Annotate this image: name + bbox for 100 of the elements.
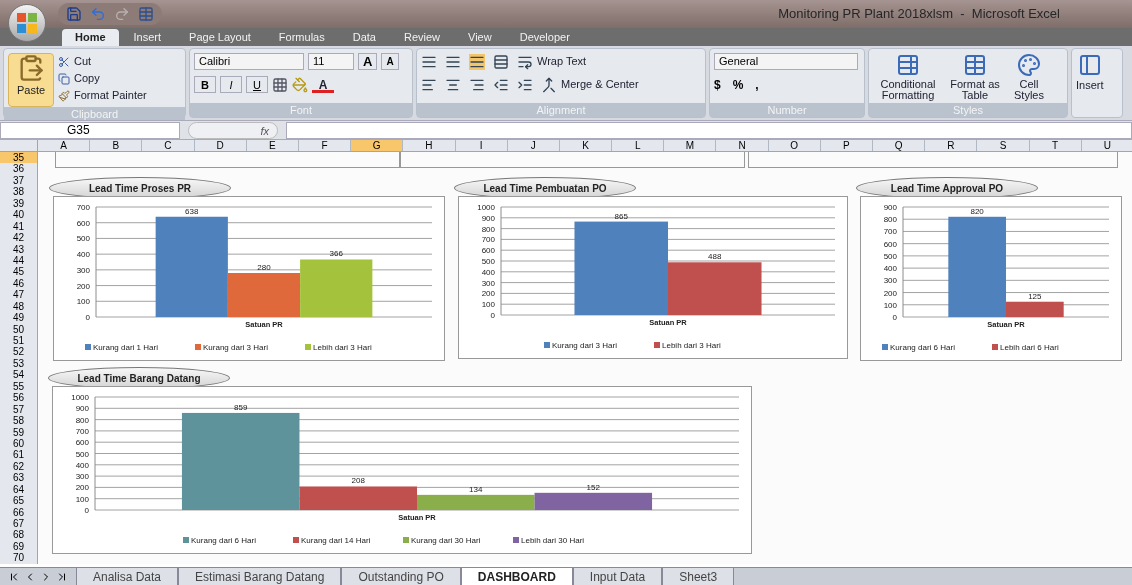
fill-color-icon[interactable]	[292, 76, 308, 93]
ribbon-tab[interactable]: Page Layout	[176, 29, 264, 46]
row-header[interactable]: 61	[0, 449, 37, 461]
row-header[interactable]: 64	[0, 483, 37, 496]
column-header[interactable]: Q	[873, 140, 926, 151]
align-bottom-icon[interactable]	[469, 53, 485, 70]
format-as-table-button[interactable]: Format as Table	[947, 53, 1003, 103]
column-header[interactable]: A	[38, 140, 91, 151]
office-button[interactable]	[8, 4, 46, 42]
conditional-formatting-button[interactable]: Conditional Formatting	[873, 53, 943, 103]
column-header[interactable]: M	[664, 140, 717, 151]
merge-center-button[interactable]: Merge & Center	[541, 76, 639, 93]
row-header[interactable]: 66	[0, 506, 37, 518]
row-header[interactable]: 60	[0, 437, 37, 450]
row-header[interactable]: 54	[0, 369, 37, 381]
column-header[interactable]: I	[455, 140, 508, 151]
column-header[interactable]: D	[194, 140, 247, 151]
row-header[interactable]: 52	[0, 346, 37, 358]
row-header[interactable]: 65	[0, 495, 37, 507]
ribbon-tab[interactable]: Insert	[120, 29, 175, 46]
ribbon-tab[interactable]: View	[455, 29, 505, 46]
ribbon-tab[interactable]: Data	[339, 29, 389, 46]
comma-button[interactable]: ,	[755, 76, 759, 94]
row-header[interactable]: 44	[0, 254, 37, 267]
row-header[interactable]: 59	[0, 426, 37, 438]
formula-function-icon[interactable]: fx	[188, 121, 278, 139]
row-header[interactable]: 69	[0, 540, 37, 553]
column-header[interactable]: H	[403, 140, 456, 151]
row-header[interactable]: 38	[0, 186, 37, 198]
row-header[interactable]: 57	[0, 403, 37, 416]
ribbon-tab[interactable]: Home	[62, 29, 119, 46]
row-header[interactable]: 51	[0, 335, 37, 347]
copy-button[interactable]: Copy	[58, 70, 147, 87]
name-box[interactable]: G35	[0, 121, 180, 139]
row-header[interactable]: 53	[0, 357, 37, 370]
first-sheet-icon[interactable]	[8, 570, 20, 583]
percent-button[interactable]: %	[732, 76, 744, 94]
row-header[interactable]: 43	[0, 243, 37, 255]
row-header[interactable]: 47	[0, 289, 37, 301]
row-header[interactable]: 40	[0, 209, 37, 221]
save-icon[interactable]	[66, 6, 82, 22]
row-header[interactable]: 70	[0, 552, 37, 564]
font-size-field[interactable]: 11	[308, 53, 354, 70]
column-header[interactable]: T	[1029, 140, 1082, 151]
sheet-tab[interactable]: Analisa Data	[76, 568, 179, 585]
sheet-tab[interactable]: Input Data	[572, 568, 663, 585]
number-format-field[interactable]: General	[714, 53, 858, 70]
ribbon-tab[interactable]: Review	[390, 29, 454, 46]
sheet-tab[interactable]: Outstanding PO	[341, 568, 461, 585]
row-header[interactable]: 35	[0, 152, 37, 164]
row-header[interactable]: 41	[0, 220, 37, 233]
italic-button[interactable]: I	[220, 76, 242, 93]
grow-font-button[interactable]: A	[358, 53, 378, 70]
ribbon-tab[interactable]: Formulas	[265, 29, 338, 46]
currency-button[interactable]: $	[714, 76, 721, 94]
row-header[interactable]: 36	[0, 163, 37, 175]
row-header[interactable]: 49	[0, 312, 37, 324]
row-header[interactable]: 42	[0, 232, 37, 244]
column-header[interactable]: U	[1081, 140, 1132, 151]
column-header[interactable]: S	[977, 140, 1030, 151]
column-header[interactable]: C	[142, 140, 195, 151]
row-header[interactable]: 45	[0, 266, 37, 278]
last-sheet-icon[interactable]	[56, 570, 68, 583]
row-header[interactable]: 50	[0, 323, 37, 335]
font-color-button[interactable]: A	[312, 76, 334, 93]
format-painter-button[interactable]: Format Painter	[58, 87, 147, 104]
row-header[interactable]: 67	[0, 518, 37, 530]
row-header[interactable]: 39	[0, 197, 37, 210]
orientation-icon[interactable]	[493, 53, 509, 70]
row-header[interactable]: 55	[0, 380, 37, 393]
row-header[interactable]: 62	[0, 460, 37, 473]
font-name-field[interactable]: Calibri	[194, 53, 304, 70]
wrap-text-button[interactable]: Wrap Text	[517, 53, 587, 70]
ribbon-tab[interactable]: Developer	[506, 29, 583, 46]
row-header[interactable]: 46	[0, 277, 37, 290]
shrink-font-button[interactable]: A	[381, 53, 399, 70]
borders-icon[interactable]	[272, 76, 288, 93]
column-header[interactable]: L	[612, 140, 665, 151]
row-header[interactable]: 68	[0, 529, 37, 541]
column-header[interactable]: N	[716, 140, 769, 151]
paste-button[interactable]: Paste	[8, 53, 54, 107]
sheet-tab[interactable]: Sheet3	[662, 568, 735, 585]
sheet-tab[interactable]: DASHBOARD	[460, 568, 573, 585]
column-header[interactable]: K	[559, 140, 613, 151]
row-header[interactable]: 48	[0, 300, 37, 313]
column-header[interactable]: P	[820, 140, 873, 151]
cell-styles-button[interactable]: Cell Styles	[1007, 53, 1051, 103]
row-header[interactable]: 58	[0, 415, 37, 427]
cut-button[interactable]: Cut	[58, 53, 147, 70]
column-header[interactable]: B	[90, 140, 143, 151]
column-header[interactable]: O	[768, 140, 821, 151]
row-header[interactable]: 37	[0, 174, 37, 187]
row-header[interactable]: 56	[0, 392, 37, 404]
column-header[interactable]: R	[925, 140, 978, 151]
column-header[interactable]: J	[507, 140, 560, 151]
row-header[interactable]: 63	[0, 472, 37, 484]
column-header[interactable]: E	[246, 140, 299, 151]
column-header[interactable]: G	[351, 140, 404, 151]
bold-button[interactable]: B	[194, 76, 216, 93]
underline-button[interactable]: U	[246, 76, 268, 93]
